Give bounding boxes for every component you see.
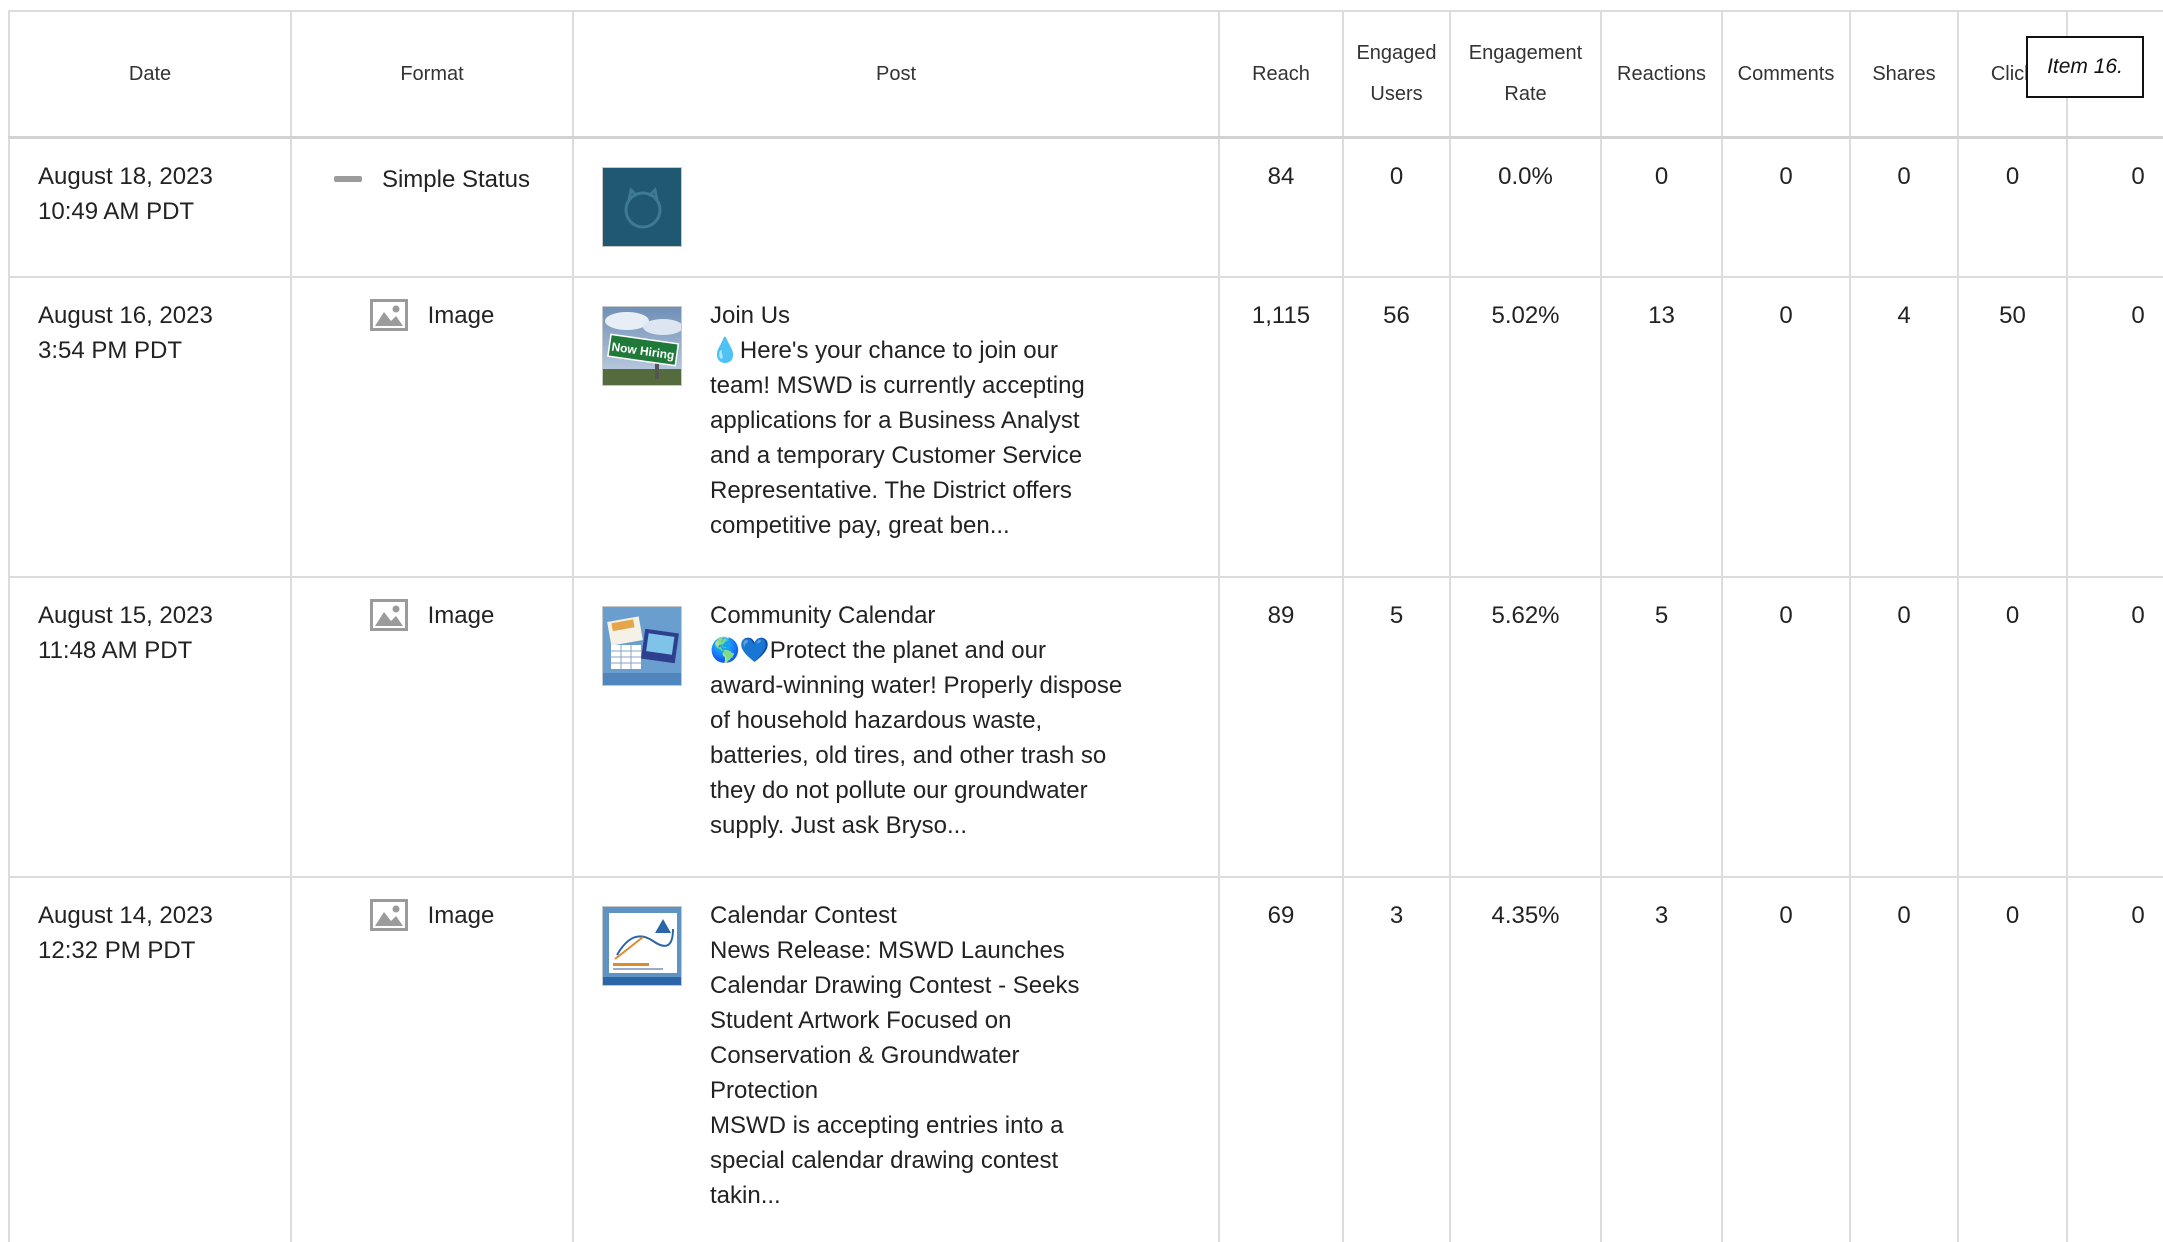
engaged-users-value: 0 xyxy=(1342,136,1451,278)
post-body: 💧Here's your chance to join our team! MS… xyxy=(710,336,1085,539)
table-row[interactable]: August 15, 2023 11:48 AM PDT Image Commu… xyxy=(8,575,2163,878)
now-hiring-thumbnail[interactable]: Now Hiring xyxy=(602,305,682,386)
column-header-post[interactable]: Post xyxy=(572,10,1220,139)
post-time: 12:32 PM PDT xyxy=(38,936,196,964)
image-icon xyxy=(369,899,408,931)
post-cell[interactable]: Now Hiring Join Us 💧Here's your chance t… xyxy=(572,275,1220,578)
column-header-engagement-rate[interactable]: Engagement Rate xyxy=(1449,10,1602,139)
post-title: Calendar Contest xyxy=(710,901,897,929)
post-body: 🌎💙Protect the planet and our award-winni… xyxy=(710,636,1123,839)
engagement-rate-value: 5.62% xyxy=(1449,575,1602,878)
shares-value: 0 xyxy=(1849,136,1959,278)
format-label: Simple Status xyxy=(381,165,531,193)
engaged-users-value: 56 xyxy=(1342,275,1451,578)
reach-value: 69 xyxy=(1218,875,1344,1242)
column-header-shares[interactable]: Shares xyxy=(1849,10,1959,139)
format-cell: Simple Status xyxy=(290,136,574,278)
engaged-users-line2: Users xyxy=(1370,83,1423,105)
post-date: August 14, 2023 xyxy=(38,901,213,929)
column-header-comments[interactable]: Comments xyxy=(1721,10,1851,139)
reactions-value: 5 xyxy=(1600,575,1723,878)
date-cell: August 18, 2023 10:49 AM PDT xyxy=(8,136,292,278)
post-text: Community Calendar 🌎💙Protect the planet … xyxy=(710,598,1130,843)
date-cell: August 15, 2023 11:48 AM PDT xyxy=(8,575,292,878)
posts-table: Date Format Post Reach Engaged Users Enga… xyxy=(8,10,2163,1242)
format-cell: Image xyxy=(290,575,574,878)
shares-value: 0 xyxy=(1849,575,1959,878)
reactions-value: 0 xyxy=(1600,136,1723,278)
format-cell: Image xyxy=(290,875,574,1242)
engagement-rate-line1: Engagement xyxy=(1468,42,1583,64)
news-release-thumbnail[interactable] xyxy=(602,905,682,986)
header-row: Date Format Post Reach Engaged Users Enga… xyxy=(8,10,2163,139)
post-date: August 16, 2023 xyxy=(38,301,213,329)
table-row[interactable]: August 18, 2023 10:49 AM PDT Simple Stat… xyxy=(8,136,2163,278)
engaged-users-line1: Engaged xyxy=(1356,42,1437,64)
extra-value: 0 xyxy=(2066,575,2163,878)
format-label: Image xyxy=(427,301,495,329)
table-row[interactable]: August 14, 2023 12:32 PM PDT Image Calen… xyxy=(8,875,2163,1242)
date-cell: August 16, 2023 3:54 PM PDT xyxy=(8,275,292,578)
engaged-users-value: 3 xyxy=(1342,875,1451,1242)
engagement-rate-value: 5.02% xyxy=(1449,275,1602,578)
post-time: 3:54 PM PDT xyxy=(38,336,183,364)
comments-value: 0 xyxy=(1721,136,1851,278)
date-cell: August 14, 2023 12:32 PM PDT xyxy=(8,875,292,1242)
clicks-value: 50 xyxy=(1957,275,2068,578)
post-body: News Release: MSWD Launches Calendar Dra… xyxy=(710,936,1080,1209)
reactions-value: 3 xyxy=(1600,875,1723,1242)
shares-value: 4 xyxy=(1849,275,1959,578)
calendar-thumbnail[interactable] xyxy=(602,605,682,686)
logo-thumbnail[interactable] xyxy=(602,167,682,247)
engagement-rate-value: 4.35% xyxy=(1449,875,1602,1242)
extra-value: 0 xyxy=(2066,875,2163,1242)
column-header-reactions[interactable]: Reactions xyxy=(1600,10,1723,139)
format-label: Image xyxy=(427,901,495,929)
column-header-reach[interactable]: Reach xyxy=(1218,10,1344,139)
extra-value: 0 xyxy=(2066,275,2163,578)
comments-value: 0 xyxy=(1721,275,1851,578)
post-report: Date Format Post Reach Engaged Users Enga… xyxy=(8,10,2163,1242)
table-row[interactable]: August 16, 2023 3:54 PM PDT Image Now Hi… xyxy=(8,275,2163,578)
post-date: August 18, 2023 xyxy=(38,163,213,190)
column-header-engaged-users[interactable]: Engaged Users xyxy=(1342,10,1451,139)
post-title: Join Us xyxy=(710,301,791,329)
comments-value: 0 xyxy=(1721,875,1851,1242)
engagement-rate-line2: Rate xyxy=(1504,83,1547,105)
post-title: Community Calendar xyxy=(710,601,936,629)
reach-value: 1,115 xyxy=(1218,275,1344,578)
dash-icon xyxy=(333,174,362,184)
post-text: Join Us 💧Here's your chance to join our … xyxy=(710,298,1130,543)
column-header-date[interactable]: Date xyxy=(8,10,292,139)
post-date: August 15, 2023 xyxy=(38,601,213,629)
post-time: 11:48 AM PDT xyxy=(38,636,193,664)
post-cell[interactable] xyxy=(572,136,1220,278)
item-label: Item 16. xyxy=(2026,36,2144,98)
shares-value: 0 xyxy=(1849,875,1959,1242)
clicks-value: 0 xyxy=(1957,575,2068,878)
format-cell: Image xyxy=(290,275,574,578)
format-label: Image xyxy=(427,601,495,629)
clicks-value: 0 xyxy=(1957,875,2068,1242)
reach-value: 89 xyxy=(1218,575,1344,878)
clicks-value: 0 xyxy=(1957,136,2068,278)
post-cell[interactable]: Community Calendar 🌎💙Protect the planet … xyxy=(572,575,1220,878)
engagement-rate-value: 0.0% xyxy=(1449,136,1602,278)
image-icon xyxy=(369,599,408,631)
comments-value: 0 xyxy=(1721,575,1851,878)
post-time: 10:49 AM PDT xyxy=(38,198,195,225)
column-header-format[interactable]: Format xyxy=(290,10,574,139)
reach-value: 84 xyxy=(1218,136,1344,278)
extra-value: 0 xyxy=(2066,136,2163,278)
reactions-value: 13 xyxy=(1600,275,1723,578)
image-icon xyxy=(369,299,408,331)
post-text: Calendar Contest News Release: MSWD Laun… xyxy=(710,898,1130,1213)
engaged-users-value: 5 xyxy=(1342,575,1451,878)
post-cell[interactable]: Calendar Contest News Release: MSWD Laun… xyxy=(572,875,1220,1242)
